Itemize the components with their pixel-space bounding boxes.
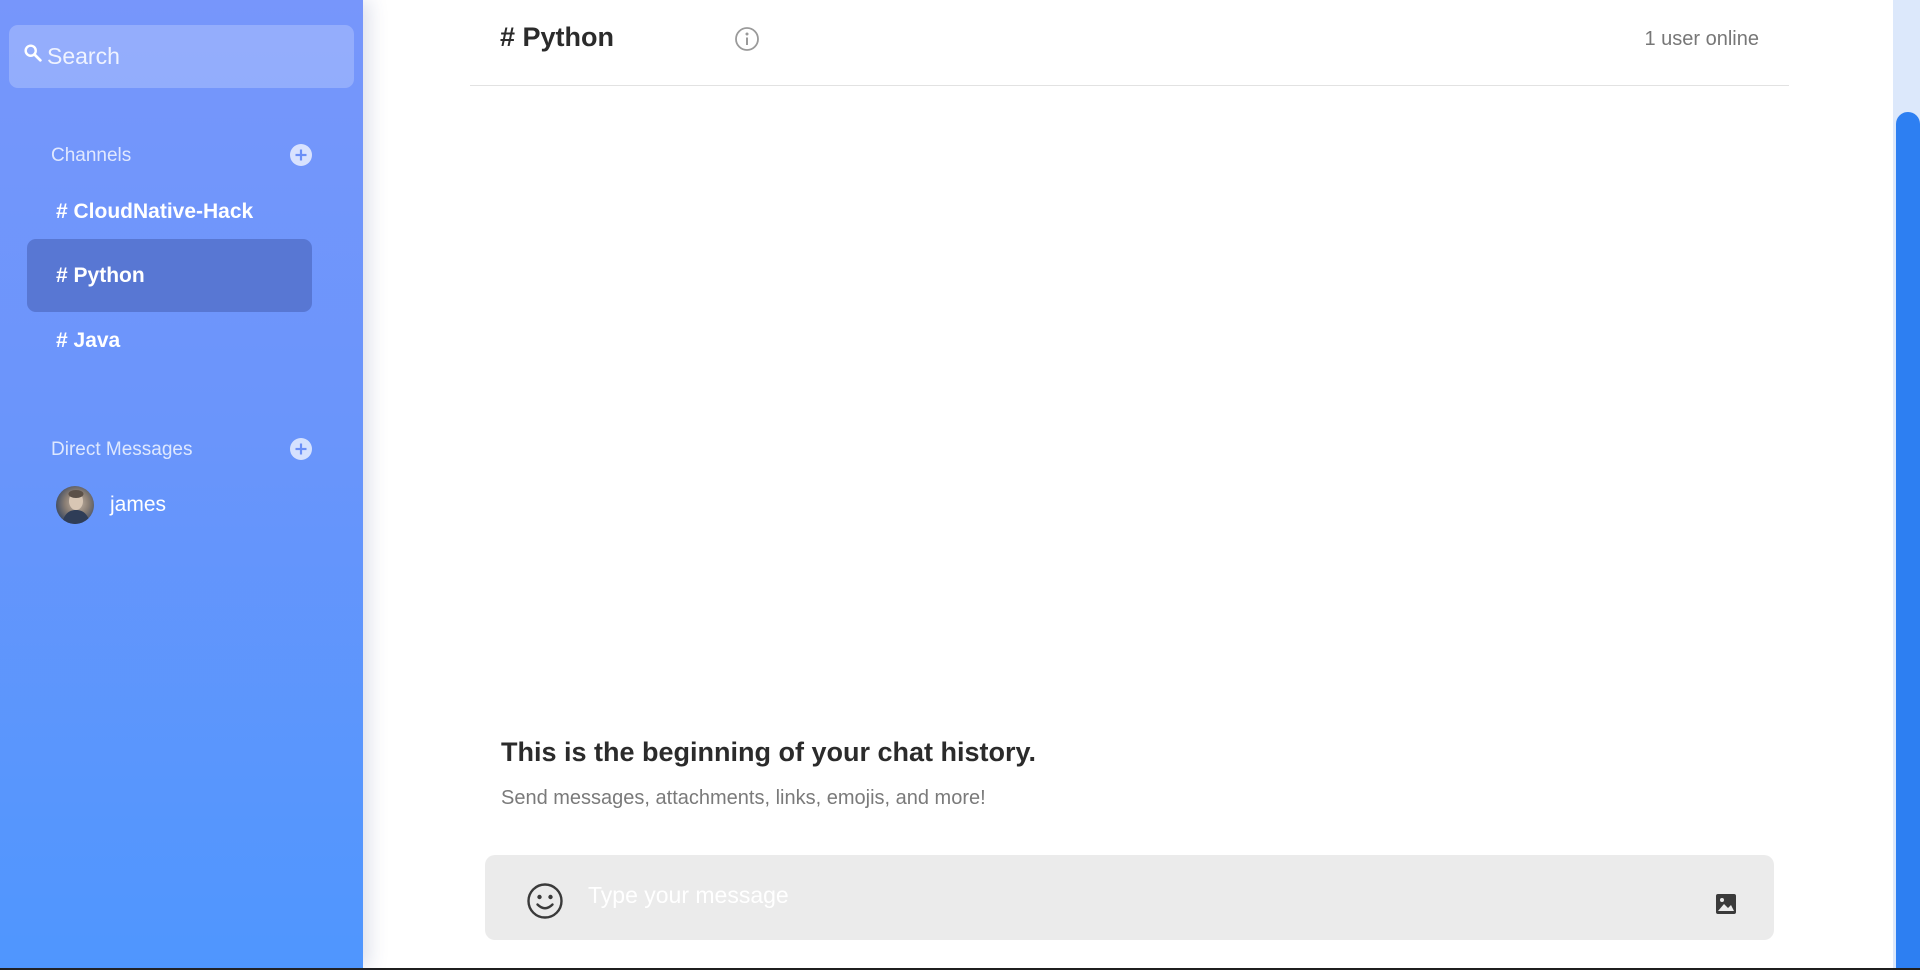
chat-history-title: This is the beginning of your chat histo…	[501, 737, 1037, 767]
message-input[interactable]	[588, 867, 1678, 923]
chat-main: # Python 1 user online This is the begin…	[363, 0, 1893, 968]
smiley-icon[interactable]	[526, 882, 564, 920]
add-channel-button[interactable]	[290, 144, 312, 166]
channel-item-cloudnative-hack[interactable]: # CloudNative-Hack	[27, 175, 312, 248]
chat-history-subtitle: Send messages, attachments, links, emoji…	[501, 787, 986, 809]
search-icon	[22, 42, 44, 64]
channel-title: # Python	[500, 22, 615, 52]
channels-section-title: Channels	[51, 145, 132, 166]
search-input[interactable]	[47, 25, 347, 88]
scrollbar-thumb[interactable]	[1896, 112, 1920, 968]
search-box[interactable]	[9, 25, 354, 88]
add-direct-message-button[interactable]	[290, 438, 312, 460]
message-composer	[485, 855, 1774, 940]
plus-circle-icon	[295, 443, 307, 455]
online-status: 1 user online	[1644, 28, 1759, 50]
avatar	[56, 486, 94, 524]
channel-item-java[interactable]: # Java	[27, 304, 312, 377]
image-icon[interactable]	[1714, 892, 1738, 916]
direct-messages-section-title: Direct Messages	[51, 439, 193, 460]
direct-message-name: james	[110, 493, 167, 516]
plus-circle-icon	[295, 149, 307, 161]
info-icon[interactable]	[734, 26, 760, 52]
chat-header: # Python 1 user online	[470, 0, 1789, 86]
direct-message-item-james[interactable]: james	[56, 485, 166, 525]
channel-item-python[interactable]: # Python	[27, 239, 312, 312]
chat-app: Channels # CloudNative-Hack # Python # J…	[0, 0, 1920, 970]
sidebar: Channels # CloudNative-Hack # Python # J…	[0, 0, 363, 968]
